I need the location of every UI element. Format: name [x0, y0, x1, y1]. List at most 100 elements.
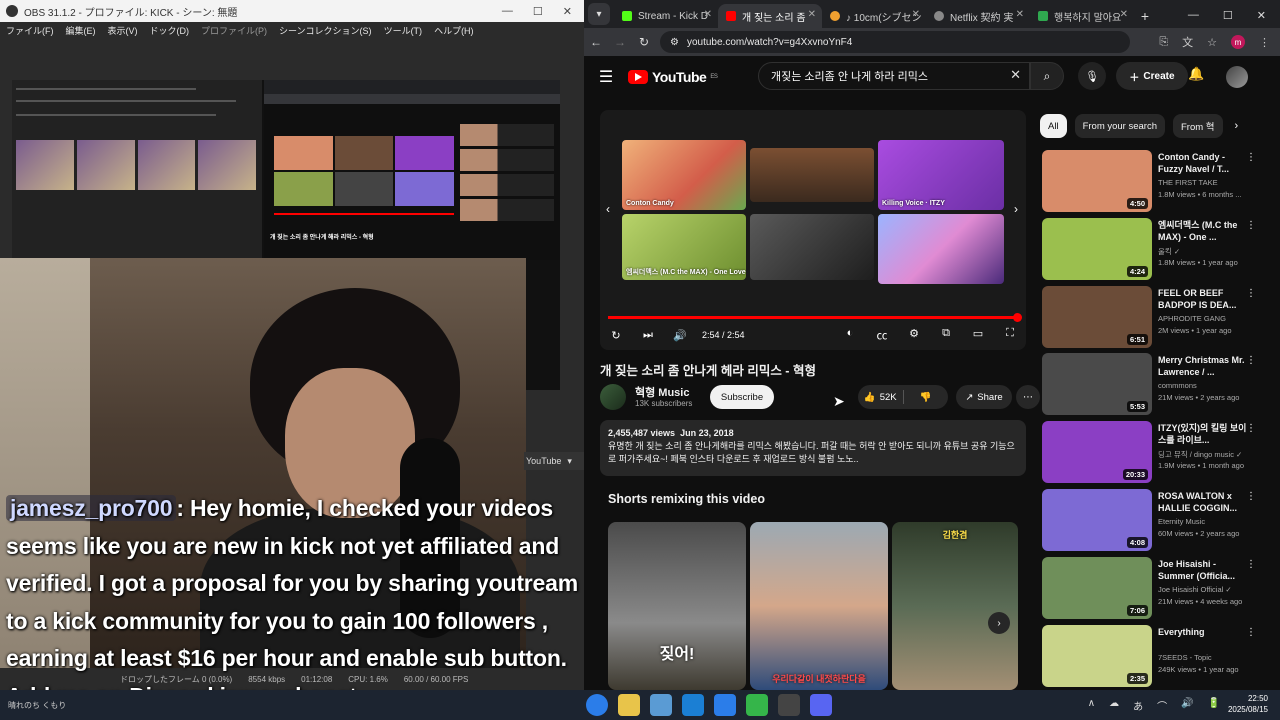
description-box[interactable]: 2,455,487 views Jun 23, 2018 유명한 개 짖는 소리… [600, 420, 1026, 476]
related-title[interactable]: Everything [1158, 626, 1248, 638]
onedrive-icon[interactable]: ☁ [1109, 698, 1119, 713]
speaker-icon[interactable]: 🔊 [1181, 698, 1193, 713]
related-thumbnail[interactable]: 4:24 [1042, 217, 1152, 280]
browser-tab-10cm[interactable]: ♪ 10cm(シブセン ✕ [822, 4, 926, 28]
create-button[interactable]: ＋ Create [1116, 62, 1188, 90]
tab-search-button[interactable]: ▾ [588, 3, 610, 25]
chip-from-search[interactable]: From your search [1074, 114, 1165, 138]
related-thumbnail[interactable]: 6:51 [1042, 285, 1152, 348]
volume-icon[interactable]: 🔊 [664, 329, 696, 342]
search-icon[interactable] [586, 694, 608, 716]
related-thumbnail[interactable]: 2:35 [1042, 624, 1152, 687]
subscribe-button[interactable]: Subscribe [710, 385, 774, 409]
related-title[interactable]: Merry Christmas Mr. Lawrence / ... [1158, 354, 1248, 378]
bookmark-star-icon[interactable]: ☆ [1207, 36, 1217, 49]
chip-all[interactable]: All [1040, 114, 1067, 138]
related-video-item[interactable]: 7:06 Joe Hisaishi - Summer (Officia... Joe… [1042, 556, 1262, 625]
close-icon[interactable]: ✕ [1120, 9, 1128, 20]
related-video-item[interactable]: 4:50 Conton Candy - Fuzzy Navel / T... THE… [1042, 150, 1262, 218]
discord-icon[interactable] [810, 694, 832, 716]
notifications-bell-icon[interactable]: 🔔 [1188, 66, 1204, 82]
settings-gear-icon[interactable]: ⚙ [898, 327, 930, 343]
more-vertical-icon[interactable]: ⋮ [1246, 627, 1256, 638]
obs-menu-edit[interactable]: 編集(E) [66, 24, 96, 37]
related-thumbnail[interactable]: 4:50 [1042, 150, 1152, 212]
close-icon[interactable]: ✕ [808, 9, 816, 20]
more-vertical-icon[interactable]: ⋮ [1246, 559, 1256, 570]
obs-close-button[interactable]: ✕ [563, 5, 572, 18]
video-player[interactable]: Conton Candy Killing Voice · ITZY 엠씨더맥스 … [600, 110, 1026, 350]
endscreen-video-3[interactable]: Killing Voice · ITZY [878, 140, 1004, 210]
obs-menu-file[interactable]: ファイル(F) [6, 24, 54, 37]
ime-icon[interactable]: あ [1133, 698, 1143, 713]
copilot-icon[interactable] [650, 694, 672, 716]
close-icon[interactable]: ✕ [912, 9, 920, 20]
related-thumbnail[interactable]: 4:08 [1042, 488, 1152, 551]
browser-maximize-button[interactable]: ☐ [1223, 9, 1233, 22]
reload-icon[interactable]: ↻ [632, 35, 656, 49]
browser-minimize-button[interactable]: — [1188, 9, 1199, 22]
browser-tab-netflix[interactable]: Netflix 契約 実 ✕ [926, 4, 1030, 28]
related-video-item[interactable]: 2:35 Everything 7SEEDS - Topic 249K views •… [1042, 624, 1262, 690]
obs-dock-youtube-dropdown[interactable]: YouTube ▾ [524, 452, 584, 470]
related-title[interactable]: FEEL OR BEEF BADPOP IS DEA... [1158, 287, 1248, 311]
short-card[interactable]: 짖어! [608, 522, 746, 690]
related-video-item[interactable]: 6:51 FEEL OR BEEF BADPOP IS DEA... APHRODI… [1042, 285, 1262, 354]
close-icon[interactable]: ✕ [1016, 9, 1024, 20]
video-progress-bar[interactable] [608, 313, 1022, 322]
more-vertical-icon[interactable]: ⋮ [1246, 491, 1256, 502]
file-explorer-icon[interactable] [618, 694, 640, 716]
browser-tab-youtube[interactable]: 개 짖는 소리 좀 ✕ [718, 4, 822, 28]
new-tab-button[interactable]: + [1134, 4, 1156, 28]
more-vertical-icon[interactable]: ⋮ [1246, 423, 1256, 434]
endscreen-video-5[interactable] [750, 214, 874, 280]
forward-arrow-icon[interactable]: → [608, 35, 632, 49]
next-video-icon[interactable]: ⏭ [632, 329, 664, 342]
related-video-item[interactable]: 20:33 ITZY(있지)의 킬링 보이스를 라이브... 딩고 뮤직 / din… [1042, 421, 1262, 489]
related-thumbnail[interactable]: 20:33 [1042, 421, 1152, 484]
related-thumbnail[interactable]: 5:53 [1042, 353, 1152, 416]
youtube-account-avatar[interactable] [1226, 66, 1248, 88]
taskbar-clock[interactable]: 22:50 2025/08/15 [1228, 693, 1268, 715]
related-title[interactable]: ITZY(있지)의 킬링 보이스를 라이브... [1158, 422, 1248, 446]
endscreen-video-1[interactable]: Conton Candy [622, 140, 746, 210]
related-title[interactable]: ROSA WALTON x HALLIE COGGIN... [1158, 490, 1248, 514]
install-app-icon[interactable]: ⎘ [1159, 36, 1168, 49]
endscreen-video-4[interactable]: 엠씨더맥스 (M.C the MAX) - One Love [622, 214, 746, 280]
theater-mode-icon[interactable]: ▭ [962, 327, 994, 343]
translate-icon[interactable]: 文 [1182, 34, 1193, 50]
chevron-right-icon[interactable]: › [988, 612, 1010, 634]
short-card[interactable]: 김한겸 [892, 522, 1018, 690]
search-icon[interactable]: ⌕ [1030, 62, 1064, 90]
more-vertical-icon[interactable]: ⋮ [1246, 220, 1256, 231]
chevron-right-icon[interactable]: › [1014, 202, 1018, 216]
wifi-icon[interactable]: ⌒ [1157, 698, 1167, 713]
site-info-icon[interactable]: ⚙ [670, 37, 679, 48]
channel-name[interactable]: 혁형 Music [635, 384, 689, 400]
chevron-left-icon[interactable]: ‹ [606, 202, 610, 216]
obs-menu-tools[interactable]: ツール(T) [384, 24, 423, 37]
more-vertical-icon[interactable]: ⋮ [1246, 152, 1256, 163]
browser-menu-icon[interactable]: ⋮ [1259, 36, 1270, 49]
browser-tab-song[interactable]: 행복하지 말아요 ✕ [1030, 4, 1134, 28]
battery-icon[interactable]: 🔋 [1208, 698, 1220, 713]
obs-maximize-button[interactable]: ☐ [533, 5, 543, 18]
more-vertical-icon[interactable]: ⋮ [1246, 288, 1256, 299]
voice-search-icon[interactable]: 🎙 [1078, 62, 1106, 90]
short-card[interactable]: 우리다같이 내젓하란다을 [750, 522, 888, 690]
back-arrow-icon[interactable]: ← [584, 35, 608, 49]
hamburger-menu-icon[interactable]: ☰ [584, 67, 628, 87]
browser-close-button[interactable]: ✕ [1257, 9, 1266, 22]
more-actions-icon[interactable]: ⋯ [1016, 385, 1040, 409]
more-vertical-icon[interactable]: ⋮ [1246, 355, 1256, 366]
channel-avatar[interactable] [600, 384, 626, 410]
related-title[interactable]: 엠씨더맥스 (M.C the MAX) - One ... [1158, 219, 1248, 243]
fullscreen-icon[interactable]: ⛶ [994, 327, 1026, 343]
obs-menu-scene-collection[interactable]: シーンコレクション(S) [279, 24, 372, 37]
chevron-right-icon[interactable]: › [1235, 120, 1239, 132]
miniplayer-icon[interactable]: ⧉ [930, 327, 962, 343]
like-button[interactable]: 👍 52K [858, 392, 903, 403]
profile-avatar[interactable]: m [1231, 35, 1245, 49]
obs-menu-help[interactable]: ヘルプ(H) [434, 24, 474, 37]
weather-widget[interactable]: 晴れのち くもり [0, 700, 80, 711]
